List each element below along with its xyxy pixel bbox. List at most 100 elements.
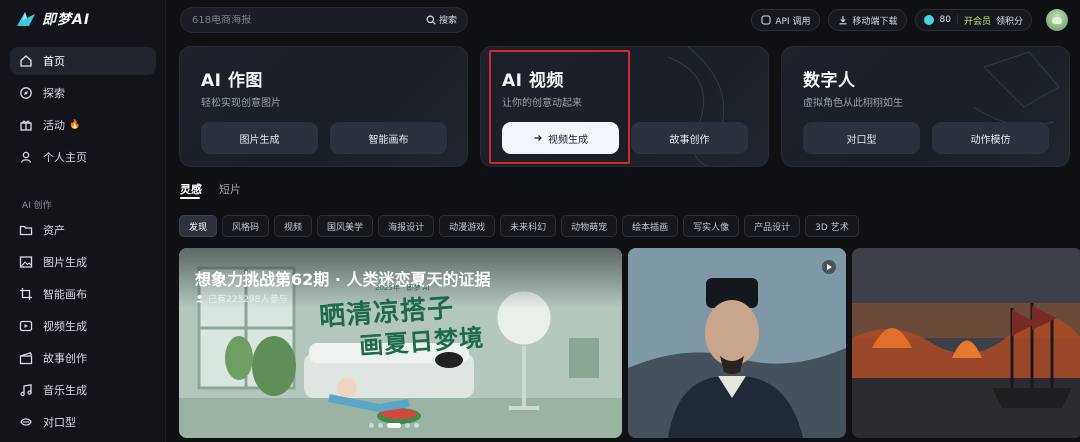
carousel-dot-active[interactable]: [387, 423, 401, 428]
sidebar-item-image-gen[interactable]: 图片生成: [10, 248, 156, 276]
credits-count: 80: [939, 15, 951, 25]
featured-banner[interactable]: 想象力挑战第62期 · 人类迷恋夏天的证据 已有225298人参与 2025年 …: [179, 248, 622, 438]
sidebar-item-music[interactable]: 音乐生成: [10, 376, 156, 404]
api-button-label: API 调用: [775, 16, 811, 27]
search-input[interactable]: [192, 14, 412, 26]
chip-poster[interactable]: 海报设计: [378, 215, 435, 237]
story-create-button[interactable]: 故事创作: [631, 122, 748, 154]
banner-participants: 已有225298人参与: [195, 292, 287, 305]
motion-mimic-button[interactable]: 动作模仿: [932, 122, 1049, 154]
chip-scifi[interactable]: 未来科幻: [500, 215, 557, 237]
user-icon: [19, 150, 33, 164]
lipsync-button[interactable]: 对口型: [803, 122, 920, 154]
chip-video[interactable]: 视频: [274, 215, 313, 237]
portrait-illustration: [628, 248, 846, 438]
banner-title: 想象力挑战第62期 · 人类迷恋夏天的证据: [195, 270, 491, 289]
feed-tabs: 灵感 短片: [180, 181, 241, 197]
credits-divider: |: [955, 15, 959, 25]
sidebar-item-label: 首页: [43, 55, 65, 68]
card-digital-human: 数字人 虚拟角色从此栩栩如生 对口型 动作模仿: [781, 46, 1070, 167]
people-icon: [196, 295, 203, 303]
chip-discover[interactable]: 发现: [179, 215, 218, 237]
sidebar-item-home[interactable]: 首页: [10, 47, 156, 75]
carousel-dot[interactable]: [405, 423, 410, 428]
gallery-card-portrait[interactable]: [628, 248, 846, 438]
sidebar-item-label: 活动: [43, 119, 65, 132]
sidebar-item-label: 视频生成: [43, 320, 87, 333]
download-icon: [839, 16, 847, 25]
card-subtitle: 让你的创意动起来: [502, 98, 582, 109]
sidebar-item-label: 图片生成: [43, 256, 87, 269]
chip-style-code[interactable]: 风格码: [222, 215, 270, 237]
vip-link[interactable]: 开会员: [964, 14, 991, 27]
compass-icon: [19, 86, 33, 100]
image-gen-button[interactable]: 图片生成: [201, 122, 318, 154]
category-chips: 发现 风格码 视频 国风美学 海报设计 动漫游戏 未来科幻 动物萌宠 绘本插画 …: [179, 215, 859, 237]
sidebar-item-lipsync[interactable]: 对口型: [10, 408, 156, 436]
avatar-face: [1052, 16, 1062, 24]
sidebar-item-video-gen[interactable]: 视频生成: [10, 312, 156, 340]
chip-3d-art[interactable]: 3D 艺术: [805, 215, 859, 237]
home-icon: [19, 54, 33, 68]
gallery-card-battle[interactable]: [852, 248, 1080, 438]
banner-participants-text: 已有225298人参与: [208, 295, 288, 305]
card-ai-image: AI 作图 轻松实现创意图片 图片生成 智能画布: [179, 46, 468, 167]
folder-icon: [19, 223, 33, 237]
sidebar-item-label: 智能画布: [43, 288, 87, 301]
card-subtitle: 轻松实现创意图片: [201, 98, 281, 109]
sidebar-item-events[interactable]: 活动 🔥: [10, 111, 156, 139]
video-gen-button[interactable]: 视频生成: [502, 122, 619, 154]
video-icon: [19, 319, 33, 333]
chip-product[interactable]: 产品设计: [744, 215, 801, 237]
section-label-ai-create: AI 创作: [22, 201, 52, 211]
chip-picture-book[interactable]: 绘本插画: [622, 215, 679, 237]
video-gen-label: 视频生成: [548, 134, 588, 146]
nav-create: 资产 图片生成 智能画布 视频生成 故事创作 音乐生成 对口型: [10, 216, 156, 440]
chip-guofeng[interactable]: 国风美学: [317, 215, 374, 237]
sidebar-item-label: 故事创作: [43, 352, 87, 365]
credits-badge[interactable]: 80 | 开会员 领积分: [915, 9, 1032, 31]
carousel-dots: [369, 423, 419, 428]
sidebar-item-label: 音乐生成: [43, 384, 87, 397]
card-ai-video: AI 视频 让你的创意动起来 视频生成 故事创作: [480, 46, 769, 167]
card-title: AI 作图: [201, 71, 263, 91]
tab-underline: [180, 197, 200, 199]
card-subtitle: 虚拟角色从此栩栩如生: [803, 98, 903, 109]
clapper-icon: [19, 351, 33, 365]
sidebar-item-story[interactable]: 故事创作: [10, 344, 156, 372]
points-link[interactable]: 领积分: [996, 14, 1023, 27]
logo[interactable]: 即梦AI: [16, 8, 90, 30]
arrow-right-icon: [534, 135, 542, 141]
search-button[interactable]: 搜索: [426, 13, 457, 26]
sidebar-item-explore[interactable]: 探索: [10, 79, 156, 107]
sidebar-item-canvas[interactable]: 智能画布: [10, 280, 156, 308]
smart-canvas-button[interactable]: 智能画布: [330, 122, 447, 154]
carousel-dot[interactable]: [414, 423, 419, 428]
sidebar-item-label: 探索: [43, 87, 65, 100]
tab-inspiration[interactable]: 灵感: [180, 181, 202, 197]
tab-shorts[interactable]: 短片: [219, 181, 241, 197]
logo-icon: [17, 12, 35, 26]
search-bar: 搜索: [180, 7, 468, 33]
logo-text: 即梦AI: [42, 12, 91, 28]
carousel-dot[interactable]: [369, 423, 374, 428]
chip-pets[interactable]: 动物萌宠: [561, 215, 618, 237]
api-button[interactable]: API 调用: [751, 9, 821, 31]
play-icon: [827, 264, 832, 270]
mobile-download-button[interactable]: 移动端下载: [828, 9, 908, 31]
chip-portrait[interactable]: 写实人像: [683, 215, 740, 237]
avatar[interactable]: [1046, 9, 1068, 31]
sidebar-item-assets[interactable]: 资产: [10, 216, 156, 244]
carousel-dot[interactable]: [378, 423, 383, 428]
header-actions: API 调用 移动端下载 80 | 开会员 领积分: [751, 8, 1068, 32]
sidebar-item-label: 个人主页: [43, 151, 87, 164]
image-icon: [19, 255, 33, 269]
battle-illustration: [852, 248, 1080, 438]
mobile-download-label: 移动端下载: [852, 16, 898, 27]
sidebar: 即梦AI 首页 探索 活动 🔥 个人主页 AI 创作 资产 图片生成 智能画布 …: [0, 0, 166, 442]
sidebar-item-label: 资产: [43, 224, 65, 237]
card-title: 数字人: [803, 71, 856, 91]
chip-anime-game[interactable]: 动漫游戏: [439, 215, 496, 237]
sidebar-item-profile[interactable]: 个人主页: [10, 143, 156, 171]
card-title: AI 视频: [502, 71, 564, 91]
